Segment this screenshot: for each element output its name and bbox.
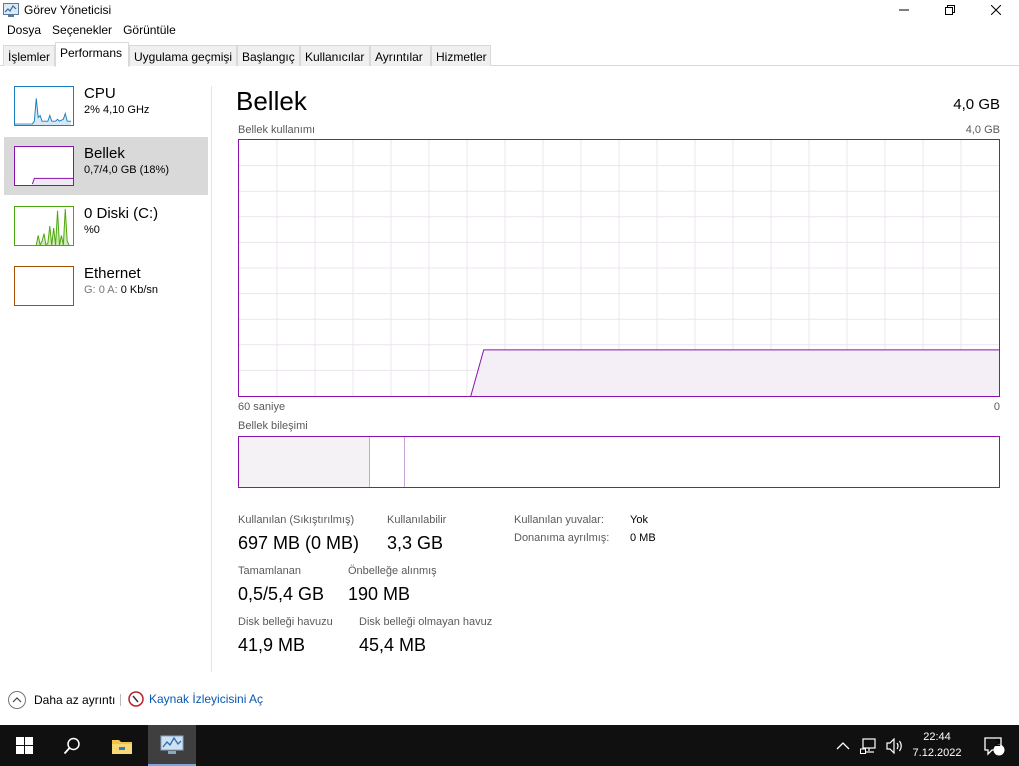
- hardware-reserved-value: 0 MB: [630, 532, 656, 544]
- cached-label: Önbelleğe alınmış: [348, 565, 437, 577]
- restore-button[interactable]: [927, 0, 973, 20]
- minimize-icon: [899, 9, 909, 11]
- folder-icon: [112, 739, 132, 754]
- taskbar-clock[interactable]: 22:44 7.12.2022: [906, 729, 968, 761]
- memory-usage-max: 4,0 GB: [965, 124, 1000, 136]
- usage-area: [470, 349, 999, 396]
- windows-logo-icon: [15, 737, 33, 754]
- tab-users[interactable]: Kullanıcılar: [300, 45, 370, 66]
- available-label: Kullanılabilir: [387, 514, 447, 526]
- slots-used-label: Kullanılan yuvalar:: [514, 514, 604, 526]
- file-explorer-button[interactable]: [98, 725, 146, 766]
- committed-label: Tamamlanan: [238, 565, 301, 577]
- slots-used-value: Yok: [630, 514, 648, 526]
- fewer-details-button[interactable]: Daha az ayrıntı: [8, 691, 115, 709]
- cached-value: 190 MB: [348, 584, 411, 604]
- paged-pool-value: 41,9 MB: [238, 635, 306, 655]
- hardware-reserved-label: Donanıma ayrılmış:: [514, 532, 610, 544]
- sidebar-item-label: 0 Diski (C:): [84, 205, 159, 222]
- composition-modified: [370, 437, 405, 487]
- nonpaged-pool-label: Disk belleği olmayan havuz: [359, 616, 493, 628]
- menu-options[interactable]: Seçenekler: [48, 23, 116, 37]
- used-value: 697 MB (0 MB): [238, 533, 360, 553]
- close-button[interactable]: [973, 0, 1019, 20]
- notification-count: 2: [995, 738, 1001, 749]
- task-manager-icon: [3, 3, 19, 17]
- sidebar-item-label: CPU: [84, 85, 116, 102]
- committed-value: 0,5/5,4 GB: [238, 584, 325, 604]
- tab-processes[interactable]: İşlemler: [3, 45, 55, 66]
- ethernet-send-label: G:: [84, 284, 96, 296]
- restore-icon: [945, 5, 955, 15]
- clock-date: 7.12.2022: [912, 747, 962, 759]
- network-icon[interactable]: [860, 737, 878, 754]
- search-icon: [63, 737, 80, 754]
- tab-performance[interactable]: Performans: [55, 42, 129, 67]
- sidebar-item-ethernet[interactable]: Ethernet G: 0 A: 0 Kb/sn: [4, 257, 208, 315]
- nonpaged-pool-value: 45,4 MB: [359, 635, 427, 655]
- cpu-thumbnail-graph: [14, 86, 74, 126]
- menu-file[interactable]: Dosya: [3, 23, 45, 37]
- page-title: Bellek: [236, 86, 307, 116]
- resource-monitor-icon: [128, 691, 144, 707]
- resource-sidebar: CPU 2% 4,10 GHz Bellek 0,7/4,0 GB (18%) …: [0, 77, 212, 673]
- sidebar-item-label: Bellek: [84, 145, 125, 162]
- time-axis-right: 0: [993, 401, 1000, 413]
- resource-monitor-label: Kaynak İzleyicisini Aç: [149, 692, 264, 706]
- tab-startup[interactable]: Başlangıç: [237, 45, 300, 66]
- volume-icon[interactable]: [886, 737, 904, 754]
- taskbar: 22:44 7.12.2022 2: [0, 725, 1019, 766]
- chevron-up-icon[interactable]: [836, 741, 850, 751]
- memory-thumbnail-graph: [14, 146, 74, 186]
- start-button[interactable]: [0, 725, 48, 766]
- minimize-button[interactable]: [881, 0, 927, 20]
- clock-time: 22:44: [923, 731, 951, 743]
- window-title: Görev Yöneticisi: [24, 3, 112, 17]
- task-manager-icon: [160, 735, 184, 754]
- memory-composition-label: Bellek bileşimi: [238, 420, 308, 432]
- time-axis-left: 60 saniye: [238, 401, 286, 413]
- sidebar-divider: [211, 86, 212, 672]
- memory-total: 4,0 GB: [953, 96, 1000, 113]
- tab-services[interactable]: Hizmetler: [431, 45, 491, 66]
- ethernet-receive-label: 0 A:: [98, 284, 118, 296]
- paged-pool-label: Disk belleği havuzu: [238, 616, 333, 628]
- sidebar-item-memory[interactable]: Bellek 0,7/4,0 GB (18%): [4, 137, 208, 195]
- footer-divider: [120, 694, 121, 706]
- menu-bar: Dosya Seçenekler Görüntüle: [0, 20, 1019, 40]
- ethernet-throughput: 0 Kb/sn: [120, 284, 159, 296]
- sidebar-item-detail: %0: [84, 224, 100, 236]
- chevron-up-icon: [8, 691, 26, 709]
- resource-monitor-link[interactable]: Kaynak İzleyicisini Aç: [128, 691, 263, 707]
- sidebar-item-label: Ethernet: [84, 265, 141, 282]
- disk-thumbnail-graph: [14, 206, 74, 246]
- sidebar-item-detail: 0,7/4,0 GB (18%): [84, 164, 169, 176]
- search-button[interactable]: [48, 725, 96, 766]
- tab-strip: İşlemler Performans Uygulama geçmişi Baş…: [0, 42, 1019, 67]
- sidebar-item-cpu[interactable]: CPU 2% 4,10 GHz: [4, 77, 208, 135]
- notification-icon: [984, 736, 1005, 756]
- task-manager-taskbar-button[interactable]: [148, 725, 196, 766]
- used-label: Kullanılan (Sıkıştırılmış): [238, 514, 355, 526]
- sidebar-item-detail: G: 0 A: 0 Kb/sn: [84, 284, 158, 296]
- tab-app-history[interactable]: Uygulama geçmişi: [129, 45, 237, 66]
- system-tray: [836, 725, 904, 766]
- sidebar-item-disk[interactable]: 0 Diski (C:) %0: [4, 197, 208, 255]
- menu-view[interactable]: Görüntüle: [119, 23, 180, 37]
- available-value: 3,3 GB: [387, 533, 444, 553]
- footer-bar: Daha az ayrıntı Kaynak İzleyicisini Aç: [0, 686, 1019, 716]
- tab-details[interactable]: Ayrıntılar: [370, 45, 431, 66]
- memory-usage-graph: [238, 139, 1000, 397]
- sidebar-item-detail: 2% 4,10 GHz: [84, 104, 150, 116]
- composition-in-use: [239, 437, 370, 487]
- close-icon: [991, 5, 1001, 15]
- notification-center-button[interactable]: 2: [976, 725, 1012, 766]
- ethernet-thumbnail-graph: [14, 266, 74, 306]
- memory-composition-bar[interactable]: [238, 436, 1000, 488]
- memory-usage-label: Bellek kullanımı: [238, 124, 316, 136]
- title-bar: Görev Yöneticisi: [0, 0, 1019, 20]
- fewer-details-label: Daha az ayrıntı: [34, 693, 116, 707]
